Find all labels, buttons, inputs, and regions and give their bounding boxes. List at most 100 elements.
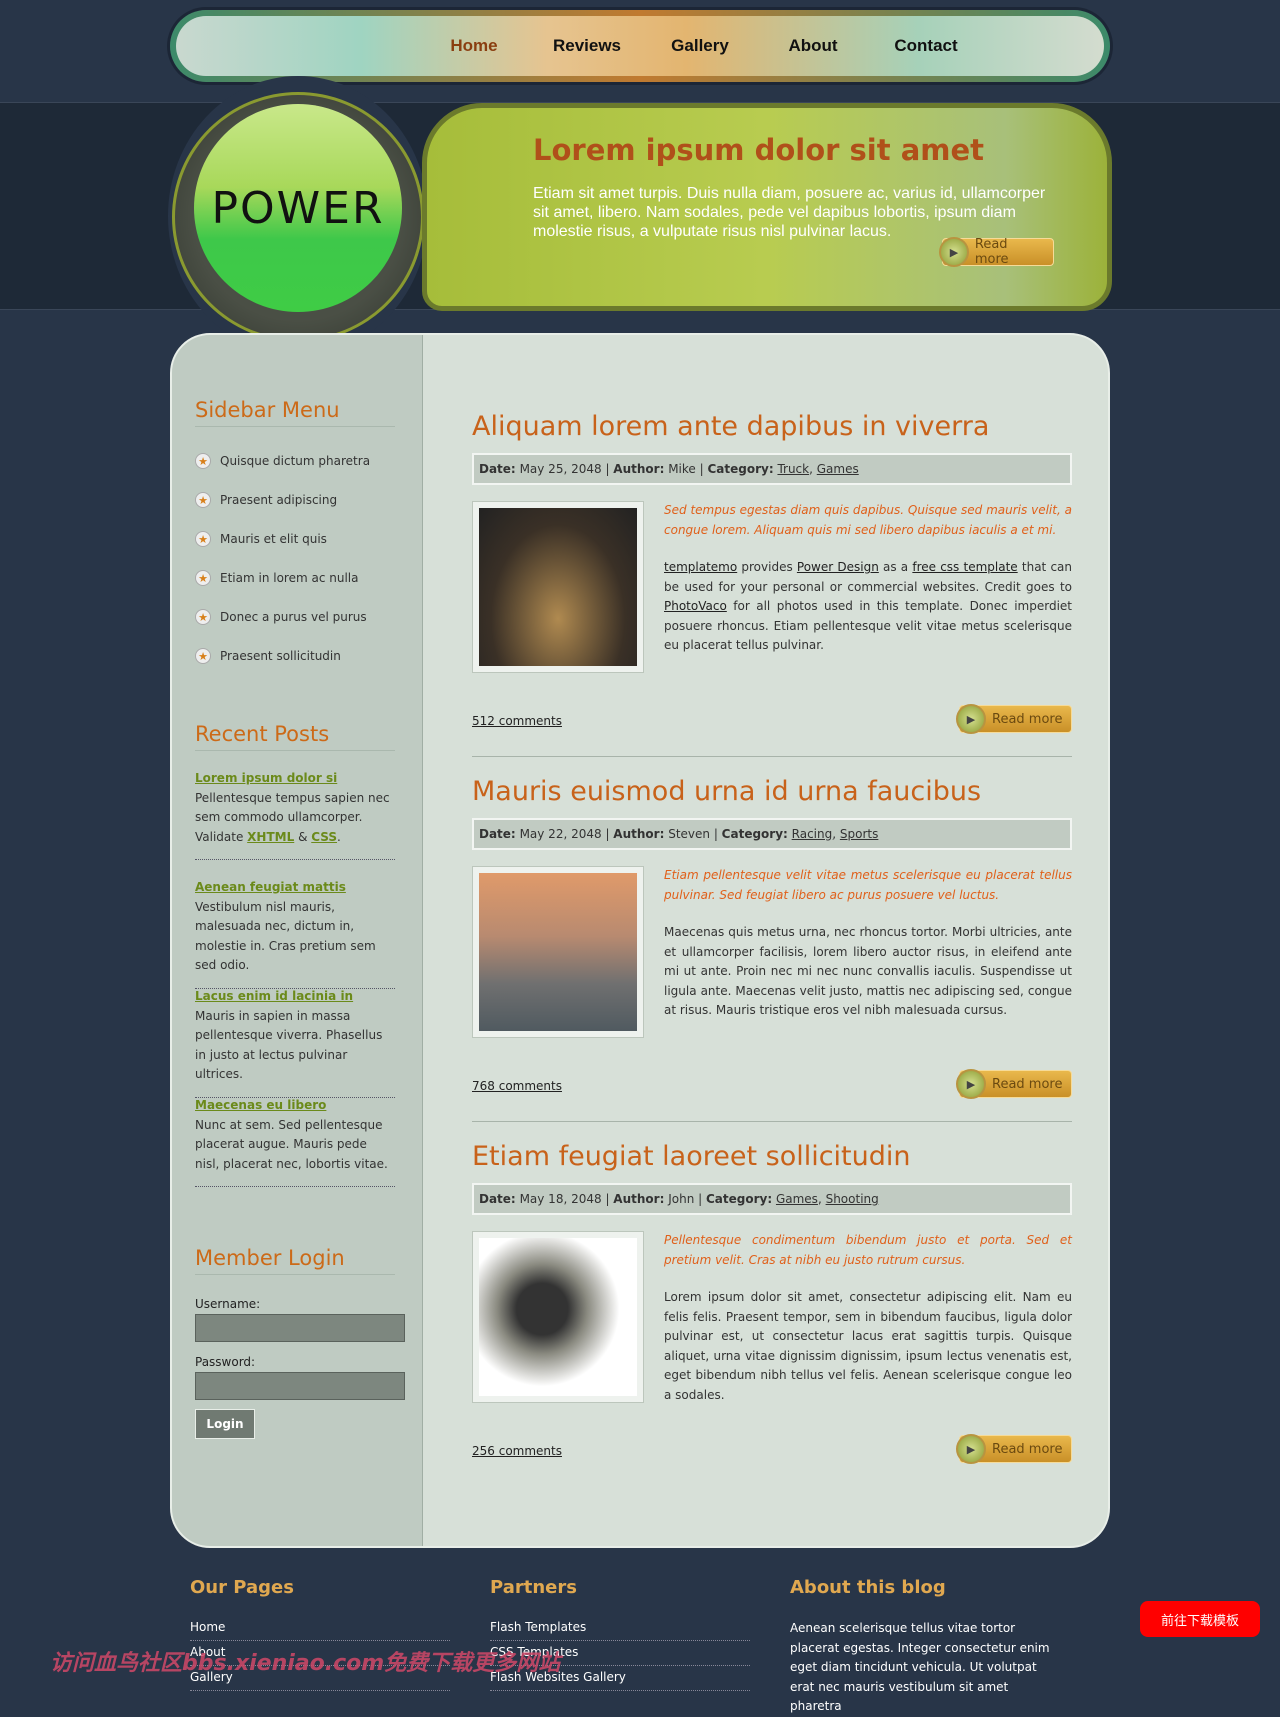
category-label: Category: <box>721 827 788 841</box>
footer-about-title: About this blog <box>790 1577 946 1598</box>
photovaco-link[interactable]: PhotoVaco <box>664 599 727 613</box>
xhtml-link[interactable]: XHTML <box>247 830 294 844</box>
read-more-button[interactable]: ▶ Read more <box>956 1434 1072 1464</box>
post-title[interactable]: Mauris euismod urna id urna faucibus <box>472 776 1072 814</box>
post-author: Steven <box>668 827 710 841</box>
username-label: Username: <box>195 1297 261 1311</box>
password-input[interactable] <box>195 1372 405 1400</box>
author-label: Author: <box>613 1192 665 1206</box>
sidebar: Sidebar Menu ★ Quisque dictum pharetra ★ Pr… <box>172 335 423 1546</box>
banner-text: Etiam sit amet turpis. Duis nulla diam, … <box>533 185 1046 240</box>
nav-reviews[interactable]: Reviews <box>531 36 644 56</box>
post-image <box>472 866 644 1038</box>
css-link[interactable]: CSS <box>311 830 337 844</box>
read-more-label: Read more <box>992 711 1063 727</box>
recent-post-link[interactable]: Lacus enim id lacinia in <box>195 989 353 1003</box>
post-author: John <box>668 1192 695 1206</box>
comments-link[interactable]: 512 comments <box>472 714 562 728</box>
category-link[interactable]: Games <box>776 1192 818 1206</box>
date-label: Date: <box>479 462 516 476</box>
recent-posts-title: Recent Posts <box>195 722 395 751</box>
post-divider <box>472 1121 1072 1122</box>
post-body: Etiam pellentesque velit vitae metus sce… <box>664 866 1072 1021</box>
post-text: Lorem ipsum dolor sit amet, consectetur … <box>664 1290 1072 1402</box>
star-icon: ★ <box>195 492 211 508</box>
read-more-button[interactable]: ▶ Read more <box>956 704 1072 734</box>
nav-contact[interactable]: Contact <box>870 36 983 56</box>
nav-home[interactable]: Home <box>418 36 531 56</box>
recent-post-link[interactable]: Maecenas eu libero <box>195 1098 326 1112</box>
read-more-label: Read more <box>974 237 1009 267</box>
sidebar-menu-label: Mauris et elit quis <box>220 532 327 546</box>
post-meta: Date: May 22, 2048 | Author: Steven | Ca… <box>472 818 1072 850</box>
post-intro: Pellentesque condimentum bibendum justo … <box>664 1233 1072 1267</box>
recent-post-link[interactable]: Aenean feugiat mattis <box>195 880 346 894</box>
recent-post: Lacus enim id lacinia in Mauris in sapien… <box>195 987 395 1098</box>
star-icon: ★ <box>195 570 211 586</box>
category-link[interactable]: Racing <box>792 827 833 841</box>
post-image <box>472 1231 644 1403</box>
templatemo-link[interactable]: templatemo <box>664 560 737 574</box>
username-input[interactable] <box>195 1314 405 1342</box>
sidebar-menu-item[interactable]: ★ Mauris et elit quis <box>195 531 327 547</box>
power-design-link[interactable]: Power Design <box>797 560 879 574</box>
banner-read-more-button[interactable]: ▶ Read more <box>939 237 1054 267</box>
nav-gallery[interactable]: Gallery <box>644 36 757 56</box>
recent-post: Lorem ipsum dolor si Pellentesque tempus … <box>195 769 395 860</box>
read-more-label: Read more <box>992 1076 1063 1092</box>
recent-post-link[interactable]: Lorem ipsum dolor si <box>195 771 337 785</box>
logo-text: POWER <box>211 182 385 234</box>
post-date: May 18, 2048 <box>519 1192 602 1206</box>
login-button[interactable]: Login <box>195 1409 255 1439</box>
author-label: Author: <box>613 827 665 841</box>
post-title[interactable]: Etiam feugiat laoreet sollicitudin <box>472 1141 1072 1179</box>
post-text: as a <box>878 560 913 574</box>
post-body: Sed tempus egestas diam quis dapibus. Qu… <box>664 501 1072 656</box>
sidebar-menu-item[interactable]: ★ Quisque dictum pharetra <box>195 453 370 469</box>
free-css-template-link[interactable]: free css template <box>912 560 1017 574</box>
category-link[interactable]: Games <box>817 462 859 476</box>
comments-link[interactable]: 768 comments <box>472 1079 562 1093</box>
logo[interactable]: POWER <box>194 104 402 312</box>
nav-about[interactable]: About <box>757 36 870 56</box>
category-link[interactable]: Shooting <box>826 1192 879 1206</box>
footer-link[interactable]: Flash Templates <box>490 1620 750 1641</box>
download-template-button[interactable]: 前往下载模板 <box>1140 1601 1260 1637</box>
post-intro: Etiam pellentesque velit vitae metus sce… <box>664 868 1072 902</box>
post-text: Maecenas quis metus urna, nec rhoncus to… <box>664 925 1072 1017</box>
sidebar-menu-item[interactable]: ★ Donec a purus vel purus <box>195 609 367 625</box>
sidebar-menu-title: Sidebar Menu <box>195 398 395 427</box>
read-more-button[interactable]: ▶ Read more <box>956 1069 1072 1099</box>
comments-link[interactable]: 256 comments <box>472 1444 562 1458</box>
post-title[interactable]: Aliquam lorem ante dapibus in viverra <box>472 411 1072 449</box>
sidebar-menu-item[interactable]: ★ Etiam in lorem ac nulla <box>195 570 358 586</box>
sidebar-menu-item[interactable]: ★ Praesent adipiscing <box>195 492 337 508</box>
content-panel: Sidebar Menu ★ Quisque dictum pharetra ★ Pr… <box>170 333 1110 1548</box>
play-icon: ▶ <box>939 237 969 267</box>
post-meta: Date: May 25, 2048 | Author: Mike | Cate… <box>472 453 1072 485</box>
star-icon: ★ <box>195 453 211 469</box>
watermark: 访问血鸟社区bbs.xieniao.com免费下载更多网站 <box>50 1651 561 1676</box>
post-date: May 25, 2048 <box>519 462 602 476</box>
amp-text: & <box>294 829 312 844</box>
footer-link[interactable]: Home <box>190 1620 450 1641</box>
category-label: Category: <box>705 1192 773 1206</box>
sidebar-menu-label: Praesent adipiscing <box>220 493 338 507</box>
recent-post-text: Mauris in sapien in massa pellentesque v… <box>195 1008 383 1082</box>
blog-post: Aliquam lorem ante dapibus in viverra Da… <box>472 411 1072 757</box>
sidebar-menu-label: Praesent sollicitudin <box>220 649 341 663</box>
post-image <box>472 501 644 673</box>
post-body: Pellentesque condimentum bibendum justo … <box>664 1231 1072 1405</box>
category-link[interactable]: Truck <box>777 462 809 476</box>
date-label: Date: <box>479 827 516 841</box>
star-icon: ★ <box>195 531 211 547</box>
post-date: May 22, 2048 <box>519 827 602 841</box>
sidebar-menu-label: Etiam in lorem ac nulla <box>220 571 359 585</box>
star-icon: ★ <box>195 648 211 664</box>
member-login-title: Member Login <box>195 1246 395 1275</box>
post-author: Mike <box>668 462 696 476</box>
category-link[interactable]: Sports <box>840 827 878 841</box>
sidebar-menu-label: Donec a purus vel purus <box>220 610 367 624</box>
play-icon: ▶ <box>956 1434 986 1464</box>
sidebar-menu-item[interactable]: ★ Praesent sollicitudin <box>195 648 341 664</box>
